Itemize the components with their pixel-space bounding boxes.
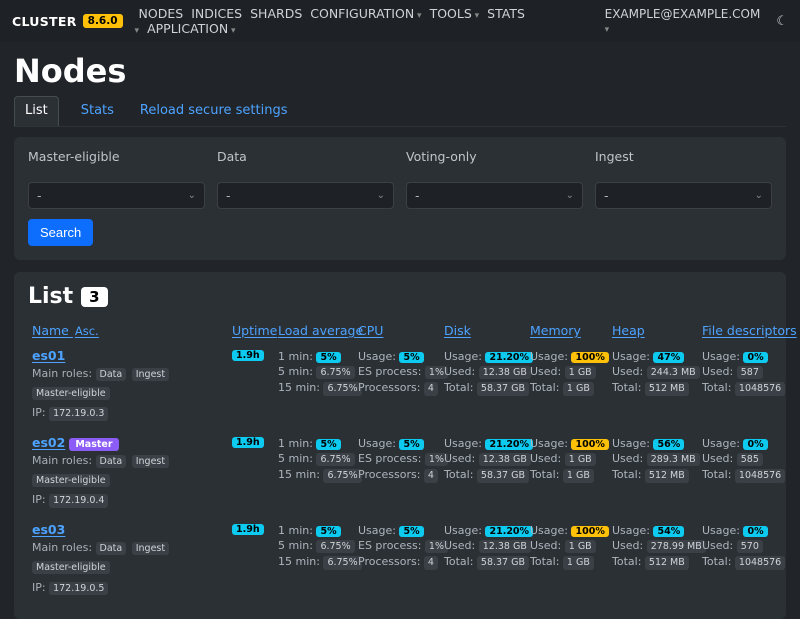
tabs: List Stats Reload secure settings [14,96,786,127]
chevron-down-icon: ⌄ [377,190,385,201]
ip-chip: 172.19.0.5 [49,582,108,595]
filter-voting-label: Voting-only [406,149,583,164]
role-chip: Data [96,455,127,468]
role-chip: Ingest [132,542,169,555]
filter-voting-value: - [415,188,420,203]
role-chip: Master-eligible [32,474,110,487]
nav-nodes[interactable]: NODES [139,6,184,21]
tab-reload-secure[interactable]: Reload secure settings [136,97,292,126]
table-row: es03 Main roles: Data Ingest Master-elig… [28,518,786,605]
uptime-badge: 1.9h [232,437,264,448]
filter-master-label: Master-eligible [28,149,205,164]
nav-tools[interactable]: TOOLS [430,6,480,21]
filter-voting-select[interactable]: -⌄ [406,182,583,209]
role-chip: Data [96,368,127,381]
ip-chip: 172.19.0.4 [49,494,108,507]
col-uptime[interactable]: Uptime [228,319,274,344]
tab-stats[interactable]: Stats [77,97,118,126]
nav-application[interactable]: APPLICATION [147,21,236,36]
chevron-down-icon: ⌄ [755,190,763,201]
page-title: Nodes [14,52,786,90]
col-disk[interactable]: Disk [440,319,526,344]
table-row: es02Master Main roles: Data Ingest Maste… [28,431,786,518]
list-count-badge: 3 [81,287,107,307]
sort-direction: Asc. [75,324,99,338]
col-heap[interactable]: Heap [608,319,698,344]
nav-indices[interactable]: INDICES [191,6,242,21]
col-load[interactable]: Load average [274,319,354,344]
nav-configuration[interactable]: CONFIGURATION [310,6,421,21]
ip-chip: 172.19.0.3 [49,407,108,420]
role-chip: Ingest [132,368,169,381]
filter-master-select[interactable]: -⌄ [28,182,205,209]
role-chip: Master-eligible [32,387,110,400]
filter-ingest-value: - [604,188,609,203]
user-menu[interactable]: EXAMPLE@EXAMPLE.COM [605,7,761,35]
theme-toggle-icon[interactable]: ☾ [776,14,788,29]
nav-brand[interactable]: CLUSTER [12,14,77,29]
role-chip: Master-eligible [32,561,110,574]
filter-master-value: - [37,188,42,203]
col-cpu[interactable]: CPU [354,319,440,344]
filter-ingest-label: Ingest [595,149,772,164]
uptime-badge: 1.9h [232,524,264,535]
role-chip: Data [96,542,127,555]
role-chip: Ingest [132,455,169,468]
node-link[interactable]: es03 [32,522,65,537]
master-badge: Master [69,438,118,451]
filter-data-value: - [226,188,231,203]
uptime-badge: 1.9h [232,350,264,361]
col-name[interactable]: Name Asc. [28,319,228,344]
nav-shards[interactable]: SHARDS [250,6,302,21]
filters-panel: Master-eligible -⌄ Data -⌄ Voting-only -… [14,137,786,260]
version-badge: 8.6.0 [83,14,123,28]
filter-data-label: Data [217,149,394,164]
list-panel: List 3 Name Asc. Uptime Load average CPU… [14,272,786,619]
chevron-down-icon: ⌄ [566,190,574,201]
tab-list[interactable]: List [14,96,59,126]
col-fd[interactable]: File descriptors [698,319,786,344]
node-link[interactable]: es01 [32,348,65,363]
table-row: es01 Main roles: Data Ingest Master-elig… [28,344,786,431]
node-link[interactable]: es02 [32,435,65,450]
chevron-down-icon: ⌄ [188,190,196,201]
search-button[interactable]: Search [28,219,93,246]
col-memory[interactable]: Memory [526,319,608,344]
list-heading: List [28,284,73,309]
nodes-table: Name Asc. Uptime Load average CPU Disk M… [28,319,786,605]
navbar: CLUSTER 8.6.0 NODES INDICES SHARDS CONFIGUR… [0,0,800,42]
filter-data-select[interactable]: -⌄ [217,182,394,209]
filter-ingest-select[interactable]: -⌄ [595,182,772,209]
